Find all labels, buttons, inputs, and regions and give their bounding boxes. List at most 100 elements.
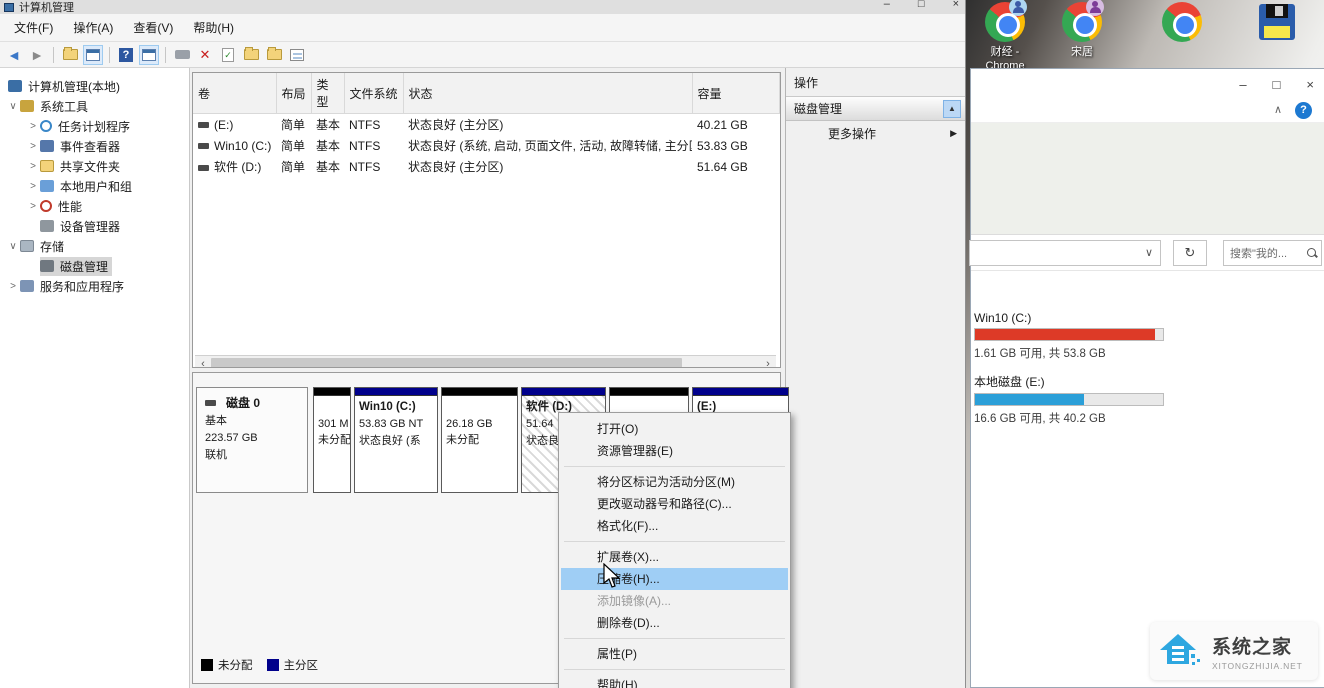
maximize-button[interactable]: □ bbox=[1273, 77, 1281, 92]
menu-view[interactable]: 查看(V) bbox=[123, 15, 183, 40]
tree-item-shared-folders[interactable]: > 共享文件夹 bbox=[0, 156, 189, 176]
drive-item-c[interactable]: Win10 (C:) 1.61 GB 可用, 共 53.8 GB bbox=[974, 311, 1174, 361]
scroll-right-icon[interactable]: › bbox=[760, 358, 776, 369]
rescan-disks-button[interactable] bbox=[172, 45, 192, 65]
menu-item-add-mirror[interactable]: 添加镜像(A)... bbox=[561, 590, 788, 612]
col-volume[interactable]: 卷 bbox=[193, 73, 276, 114]
menu-item-change-drive-letter[interactable]: 更改驱动器号和路径(C)... bbox=[561, 493, 788, 515]
col-capacity[interactable]: 容量 bbox=[692, 73, 780, 114]
expander-icon[interactable]: > bbox=[26, 161, 40, 172]
menu-file[interactable]: 文件(F) bbox=[4, 15, 63, 40]
desktop-icon-chrome[interactable] bbox=[1150, 2, 1214, 42]
folder-search-icon bbox=[267, 49, 282, 60]
desktop-icon-chrome-profile2[interactable]: 宋居 bbox=[1050, 2, 1114, 59]
expander-icon[interactable]: > bbox=[26, 141, 40, 152]
explorer-title-bar[interactable]: – □ × bbox=[971, 69, 1324, 101]
tree-item-event-viewer[interactable]: > 事件查看器 bbox=[0, 136, 189, 156]
tree-item-task-scheduler[interactable]: > 任务计划程序 bbox=[0, 116, 189, 136]
show-console-tree-button[interactable] bbox=[83, 45, 103, 65]
up-one-level-button[interactable] bbox=[60, 45, 80, 65]
menu-item-properties[interactable]: 属性(P) bbox=[561, 643, 788, 665]
expander-icon[interactable]: > bbox=[26, 201, 40, 212]
expander-icon[interactable]: > bbox=[26, 121, 40, 132]
tree-item-computer-management[interactable]: 计算机管理(本地) bbox=[0, 76, 189, 96]
close-button[interactable]: × bbox=[953, 0, 959, 10]
tree-item-label: 事件查看器 bbox=[60, 138, 120, 155]
properties-button[interactable]: ✓ bbox=[218, 45, 238, 65]
menu-help[interactable]: 帮助(H) bbox=[183, 15, 244, 40]
title-bar[interactable]: 计算机管理 – □ × bbox=[0, 0, 965, 14]
search-box[interactable]: 搜索"我的... bbox=[1223, 240, 1322, 266]
watermark-title: 系统之家 bbox=[1212, 632, 1303, 659]
menu-item-format[interactable]: 格式化(F)... bbox=[561, 515, 788, 537]
tree-item-system-tools[interactable]: ∨ 系统工具 bbox=[0, 96, 189, 116]
chevron-down-icon[interactable]: ∨ bbox=[1145, 246, 1153, 259]
delete-button[interactable]: ✕ bbox=[195, 45, 215, 65]
back-button[interactable]: ◄ bbox=[4, 45, 24, 65]
performance-icon bbox=[40, 200, 52, 212]
menu-item-mark-active[interactable]: 将分区标记为活动分区(M) bbox=[561, 471, 788, 493]
scroll-left-icon[interactable]: ‹ bbox=[195, 358, 211, 369]
maximize-button[interactable]: □ bbox=[918, 0, 925, 10]
refresh-button[interactable] bbox=[241, 45, 261, 65]
partition-unallocated-2[interactable]: 26.18 GB 未分配 bbox=[441, 387, 518, 493]
view-options-button[interactable] bbox=[287, 45, 307, 65]
menu-item-delete-volume[interactable]: 删除卷(D)... bbox=[561, 612, 788, 634]
forward-button[interactable]: ► bbox=[27, 45, 47, 65]
toolbar-separator bbox=[165, 47, 166, 63]
col-filesystem[interactable]: 文件系统 bbox=[344, 73, 403, 114]
partition-unallocated-1[interactable]: 301 M 未分配 bbox=[313, 387, 351, 493]
col-status[interactable]: 状态 bbox=[403, 73, 692, 114]
desktop-icon-floppy[interactable] bbox=[1245, 4, 1309, 40]
expander-icon[interactable]: > bbox=[6, 281, 20, 292]
table-row[interactable]: 软件 (D:) 简单 基本 NTFS 状态良好 (主分区) 51.64 GB bbox=[193, 156, 780, 177]
show-action-pane-button[interactable] bbox=[139, 45, 159, 65]
menu-item-open[interactable]: 打开(O) bbox=[561, 418, 788, 440]
local-users-groups-icon bbox=[40, 180, 54, 192]
close-button[interactable]: × bbox=[1306, 77, 1314, 92]
menu-item-shrink-volume[interactable]: 压缩卷(H)... bbox=[561, 568, 788, 590]
expander-icon[interactable]: > bbox=[26, 181, 40, 192]
partition-win10-c[interactable]: Win10 (C:) 53.83 GB NT 状态良好 (系 bbox=[354, 387, 438, 493]
primary-partition-bar bbox=[355, 388, 437, 396]
menu-item-extend-volume[interactable]: 扩展卷(X)... bbox=[561, 546, 788, 568]
refresh-button[interactable]: ↻ bbox=[1173, 240, 1207, 266]
list-view-icon bbox=[290, 49, 304, 61]
menu-item-explorer[interactable]: 资源管理器(E) bbox=[561, 440, 788, 462]
tree-item-label: 设备管理器 bbox=[60, 218, 120, 235]
table-row[interactable]: Win10 (C:) 简单 基本 NTFS 状态良好 (系统, 启动, 页面文件… bbox=[193, 135, 780, 156]
col-layout[interactable]: 布局 bbox=[276, 73, 311, 114]
expander-icon[interactable]: ∨ bbox=[6, 241, 20, 252]
address-bar[interactable]: ∨ bbox=[969, 240, 1161, 266]
horizontal-scrollbar[interactable]: ‹ › bbox=[195, 355, 776, 368]
explorer-help-icon[interactable]: ? bbox=[1295, 102, 1312, 119]
minimize-button[interactable]: – bbox=[884, 0, 890, 10]
desktop-icon-chrome-finance[interactable]: 财经 - Chrome bbox=[973, 2, 1037, 74]
more-actions-item[interactable]: 更多操作 ▶ bbox=[786, 121, 965, 145]
drive-item-e[interactable]: 本地磁盘 (E:) 16.6 GB 可用, 共 40.2 GB bbox=[974, 373, 1174, 426]
minimize-button[interactable]: – bbox=[1239, 77, 1246, 92]
menu-item-help[interactable]: 帮助(H) bbox=[561, 674, 788, 688]
scrollbar-thumb[interactable] bbox=[211, 358, 682, 369]
volume-list-panel: 卷 布局 类型 文件系统 状态 容量 (E:) 简单 基本 NTFS bbox=[192, 72, 781, 368]
unallocated-bar bbox=[610, 388, 688, 396]
device-manager-icon bbox=[40, 220, 54, 232]
tree-item-services-applications[interactable]: > 服务和应用程序 bbox=[0, 276, 189, 296]
tree-item-storage[interactable]: ∨ 存储 bbox=[0, 236, 189, 256]
drive-name: Win10 (C:) bbox=[974, 311, 1174, 325]
explore-button[interactable] bbox=[264, 45, 284, 65]
tree-item-local-users[interactable]: > 本地用户和组 bbox=[0, 176, 189, 196]
menu-action[interactable]: 操作(A) bbox=[63, 15, 123, 40]
actions-section-disk-management[interactable]: 磁盘管理 ▲ bbox=[786, 97, 965, 121]
toolbar-separator bbox=[109, 47, 110, 63]
tree-item-disk-management[interactable]: 磁盘管理 bbox=[0, 256, 189, 276]
expander-icon[interactable]: ∨ bbox=[6, 101, 20, 112]
disk0-info[interactable]: 磁盘 0 基本 223.57 GB 联机 bbox=[196, 387, 308, 493]
table-row[interactable]: (E:) 简单 基本 NTFS 状态良好 (主分区) 40.21 GB bbox=[193, 114, 780, 136]
collapse-section-button[interactable]: ▲ bbox=[943, 100, 961, 118]
tree-item-performance[interactable]: > 性能 bbox=[0, 196, 189, 216]
collapse-ribbon-icon[interactable]: ∧ bbox=[1274, 103, 1282, 116]
tree-item-device-manager[interactable]: 设备管理器 bbox=[0, 216, 189, 236]
help-button[interactable]: ? bbox=[116, 45, 136, 65]
col-type[interactable]: 类型 bbox=[311, 73, 344, 114]
